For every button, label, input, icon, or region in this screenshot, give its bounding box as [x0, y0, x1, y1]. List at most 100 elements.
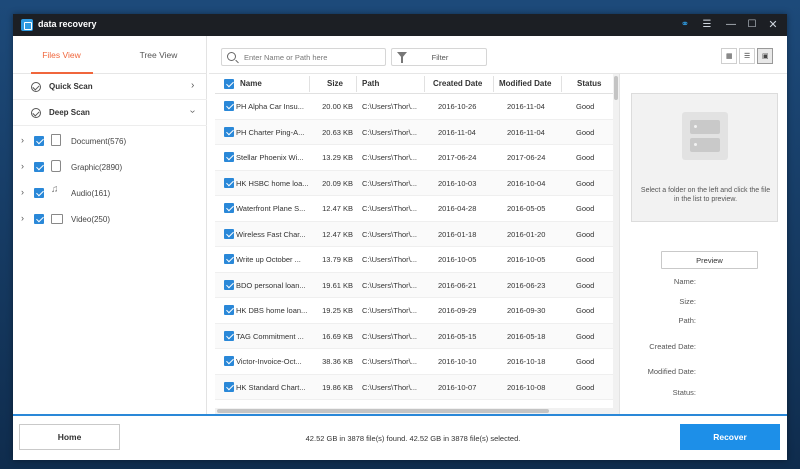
chevron-down-icon[interactable]: › — [187, 110, 198, 113]
expand-arrow-icon[interactable]: › — [21, 161, 24, 171]
video-icon — [51, 214, 63, 224]
status-cell: Good — [576, 229, 595, 239]
close-icon[interactable]: ✕ — [765, 17, 781, 33]
toolbar: Filter ▦ ☰ ▣ — [209, 36, 787, 74]
tree-checkbox[interactable] — [34, 136, 44, 146]
tree-item-audio[interactable]: › ♫ Audio(161) — [13, 180, 207, 206]
image-icon — [51, 160, 61, 172]
table-row[interactable]: PH Charter Ping-A... 20.63 KB C:\Users\Tho… — [215, 119, 613, 145]
file-path-cell: C:\Users\Thor\... — [362, 153, 418, 162]
row-checkbox[interactable] — [224, 228, 234, 239]
row-checkbox[interactable] — [224, 101, 234, 111]
status-cell: Good — [576, 255, 595, 264]
table-row[interactable]: Write up October ... 13.79 KB C:\Users\Tho… — [215, 247, 613, 273]
preview-button[interactable]: Preview — [661, 251, 758, 269]
status-cell: Good — [576, 331, 595, 341]
column-path[interactable]: Path — [362, 79, 379, 88]
preview-hint: Select a folder on the left and click th… — [640, 187, 771, 203]
expand-arrow-icon[interactable]: › — [21, 213, 24, 223]
tab-files-view[interactable]: Files View — [13, 36, 110, 74]
search-box — [221, 48, 386, 66]
grid-view-button[interactable]: ▦ — [721, 48, 737, 64]
table-row[interactable]: PH Alpha Car Insu... 20.00 KB C:\Users\Tho… — [215, 94, 613, 120]
row-checkbox[interactable] — [224, 152, 234, 162]
tree-item-label: Document(576) — [71, 137, 127, 146]
row-checkbox[interactable] — [224, 356, 234, 366]
table-row[interactable]: HK Standard Chart... 19.86 KB C:\Users\Tho… — [215, 374, 613, 400]
tab-tree-view[interactable]: Tree View — [110, 36, 207, 74]
file-size-cell: 19.25 KB — [322, 306, 353, 315]
table-row[interactable]: Wireless Fast Char... 12.47 KB C:\Users\Th… — [215, 221, 613, 247]
table-row[interactable]: TAG Commitment ... 16.69 KB C:\Users\Thor\… — [215, 323, 613, 349]
row-checkbox[interactable] — [224, 279, 234, 290]
table-row[interactable]: Stellar Phoenix Wi... 13.29 KB C:\Users\Th… — [215, 145, 613, 171]
column-created-date[interactable]: Created Date — [433, 79, 482, 88]
column-name[interactable]: Name — [240, 79, 262, 88]
deep-scan-row[interactable]: Deep Scan › — [13, 100, 207, 126]
tree-item-video[interactable]: › Video(250) — [13, 206, 207, 232]
maximize-icon[interactable]: ☐ — [744, 17, 760, 33]
status-cell: Good — [576, 382, 595, 392]
drive-slot — [690, 138, 720, 152]
status-cell: Good — [576, 204, 595, 213]
column-modified-date[interactable]: Modified Date — [499, 79, 551, 88]
table-row[interactable]: HK HSBC home loa... 20.09 KB C:\Users\Thor… — [215, 170, 613, 196]
file-table: Name Size Path Created Date Modified Dat… — [215, 74, 619, 414]
file-size-cell: 19.86 KB — [322, 382, 353, 392]
created-date-cell: 2016-10-05 — [438, 255, 477, 264]
scrollbar-thumb[interactable] — [217, 409, 549, 413]
row-checkbox[interactable] — [224, 330, 234, 341]
expand-arrow-icon[interactable]: › — [21, 187, 24, 197]
row-checkbox[interactable] — [224, 203, 234, 213]
preview-pane-icon: ▣ — [762, 53, 769, 60]
title-bar: data recovery ⚭ ☰ — ☐ ✕ — [13, 14, 787, 36]
row-checkbox[interactable] — [224, 177, 234, 188]
row-checkbox[interactable] — [224, 305, 234, 315]
home-button[interactable]: Home — [19, 424, 120, 450]
modified-date-cell: 2016-11-04 — [507, 102, 545, 111]
expand-arrow-icon[interactable]: › — [21, 135, 24, 145]
document-icon — [51, 134, 61, 146]
scrollbar-thumb[interactable] — [614, 76, 618, 100]
preview-view-button[interactable]: ▣ — [757, 48, 773, 64]
tree-item-document[interactable]: › Document(576) — [13, 128, 207, 154]
row-checkbox[interactable] — [224, 254, 234, 264]
column-size[interactable]: Size — [327, 79, 343, 88]
file-name-cell: Write up October ... — [236, 255, 301, 264]
status-cell: Good — [576, 178, 595, 188]
list-view-button[interactable]: ☰ — [739, 48, 755, 64]
column-divider — [309, 76, 310, 92]
search-input[interactable] — [244, 51, 382, 63]
row-checkbox[interactable] — [224, 381, 234, 392]
tree-checkbox[interactable] — [34, 188, 44, 198]
quick-scan-row[interactable]: Quick Scan › — [13, 74, 207, 100]
menu-icon[interactable]: ☰ — [699, 17, 715, 33]
select-all-checkbox[interactable] — [224, 79, 234, 89]
preview-box: Select a folder on the left and click th… — [631, 93, 778, 222]
file-path-cell: C:\Users\Thor\... — [362, 382, 418, 392]
status-cell: Good — [576, 280, 595, 290]
meta-name-label: Name: — [673, 277, 696, 286]
meta-modified-label: Modified Date: — [647, 367, 696, 376]
chevron-right-icon[interactable]: › — [191, 80, 194, 91]
file-name-cell: Waterfront Plane S... — [236, 204, 306, 213]
tree-item-graphic[interactable]: › Graphic(2890) — [13, 154, 207, 180]
tree-checkbox[interactable] — [34, 162, 44, 172]
row-checkbox[interactable] — [224, 126, 234, 137]
filter-button[interactable]: Filter — [391, 48, 487, 66]
tree-item-label: Audio(161) — [71, 189, 111, 198]
table-row[interactable]: Waterfront Plane S... 12.47 KB C:\Users\Th… — [215, 196, 613, 222]
recover-button[interactable]: Recover — [680, 424, 780, 450]
meta-size-label: Size: — [679, 297, 696, 306]
key-icon[interactable]: ⚭ — [677, 17, 693, 33]
minimize-icon[interactable]: — — [723, 17, 739, 33]
file-size-cell: 12.47 KB — [322, 204, 353, 213]
grid-icon: ▦ — [726, 53, 733, 60]
table-row[interactable]: HK DBS home loan... 19.25 KB C:\Users\Thor… — [215, 298, 613, 324]
file-name-cell: HK Standard Chart... — [236, 382, 306, 392]
column-status[interactable]: Status — [577, 79, 601, 88]
tree-checkbox[interactable] — [34, 214, 44, 224]
table-row[interactable]: BDO personal loan... 19.61 KB C:\Users\Tho… — [215, 272, 613, 298]
table-row[interactable]: Victor-Invoice-Oct... 38.36 KB C:\Users\Th… — [215, 349, 613, 375]
footer-bar: Home 42.52 GB in 3878 file(s) found. 42.… — [13, 414, 787, 460]
